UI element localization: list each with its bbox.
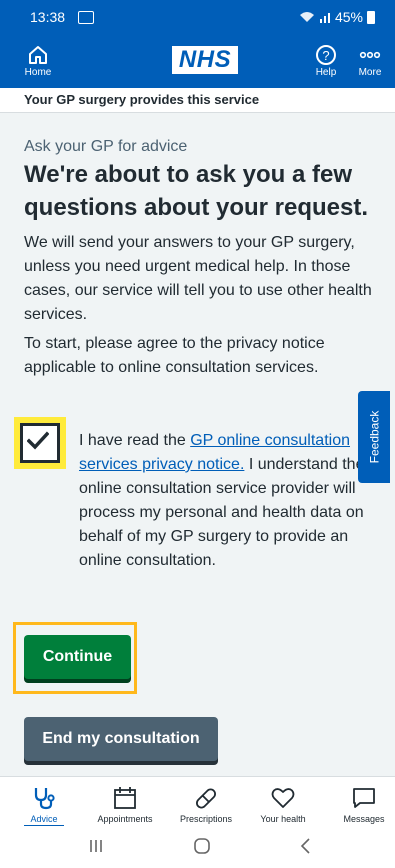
tab-appointments-label: Appointments <box>97 814 153 824</box>
privacy-consent-checkbox[interactable] <box>20 423 60 463</box>
tab-advice-label: Advice <box>30 814 58 824</box>
privacy-instruction: To start, please agree to the privacy no… <box>24 335 325 376</box>
svg-text:?: ? <box>322 48 329 63</box>
more-icon <box>359 51 381 59</box>
tab-your-health-label: Your health <box>260 814 306 824</box>
tab-appointments[interactable]: Appointments <box>92 777 158 827</box>
status-icons: 45% <box>299 9 375 25</box>
message-icon <box>353 788 375 808</box>
nhs-logo: NHS <box>172 46 238 74</box>
service-banner: Your GP surgery provides this service <box>0 88 395 113</box>
privacy-consent-label: I have read the GP online consultation s… <box>79 429 369 573</box>
back-icon[interactable] <box>298 836 314 856</box>
home-button[interactable]: Home <box>16 34 60 88</box>
continue-button[interactable]: Continue <box>24 635 131 679</box>
tab-prescriptions-label: Prescriptions <box>179 814 233 824</box>
heart-icon <box>271 788 295 808</box>
help-icon: ? <box>316 45 336 65</box>
calendar-icon <box>114 787 136 809</box>
tab-messages-label: Messages <box>343 814 385 824</box>
service-banner-text: Your GP surgery provides this service <box>24 92 260 107</box>
status-time: 13:38 <box>30 9 66 25</box>
page-caption: Ask your GP for advice <box>24 138 188 155</box>
status-bar: 13:38 45% <box>0 0 395 34</box>
more-button[interactable]: More <box>350 34 390 88</box>
end-consultation-button[interactable]: End my consultation <box>24 717 218 761</box>
home-label: Home <box>24 67 52 78</box>
help-button[interactable]: ? Help <box>306 34 346 88</box>
feedback-tab[interactable]: Feedback <box>358 391 390 483</box>
more-label: More <box>358 67 382 78</box>
battery-icon <box>367 10 375 24</box>
home-nav-icon[interactable] <box>192 836 212 856</box>
tab-your-health[interactable]: Your health <box>254 777 312 827</box>
gallery-notification-icon <box>78 11 94 24</box>
pill-icon <box>196 788 216 809</box>
recent-apps-icon[interactable] <box>88 836 104 856</box>
tab-messages[interactable]: Messages <box>338 777 390 827</box>
tab-advice[interactable]: Advice <box>18 777 70 827</box>
battery-percent: 45% <box>334 9 363 25</box>
help-label: Help <box>315 67 337 78</box>
system-navigation-bar <box>0 826 395 868</box>
wifi-icon <box>299 12 314 22</box>
main-content: Ask your GP for advice We're about to as… <box>0 113 395 776</box>
checkmark-icon <box>27 431 49 450</box>
stethoscope-icon <box>34 788 55 810</box>
home-icon <box>29 46 47 64</box>
page-title: We're about to ask you a few questions a… <box>24 161 369 221</box>
feedback-label: Feedback <box>367 410 382 464</box>
app-header: Home NHS ? Help More <box>0 34 395 88</box>
consent-text-before: I have read the <box>79 432 191 449</box>
bottom-tab-bar: Advice Appointments Prescriptions Your h… <box>0 776 395 827</box>
tab-prescriptions[interactable]: Prescriptions <box>174 777 238 827</box>
signal-icon <box>319 13 330 23</box>
intro-paragraph: We will send your answers to your GP sur… <box>24 234 372 323</box>
